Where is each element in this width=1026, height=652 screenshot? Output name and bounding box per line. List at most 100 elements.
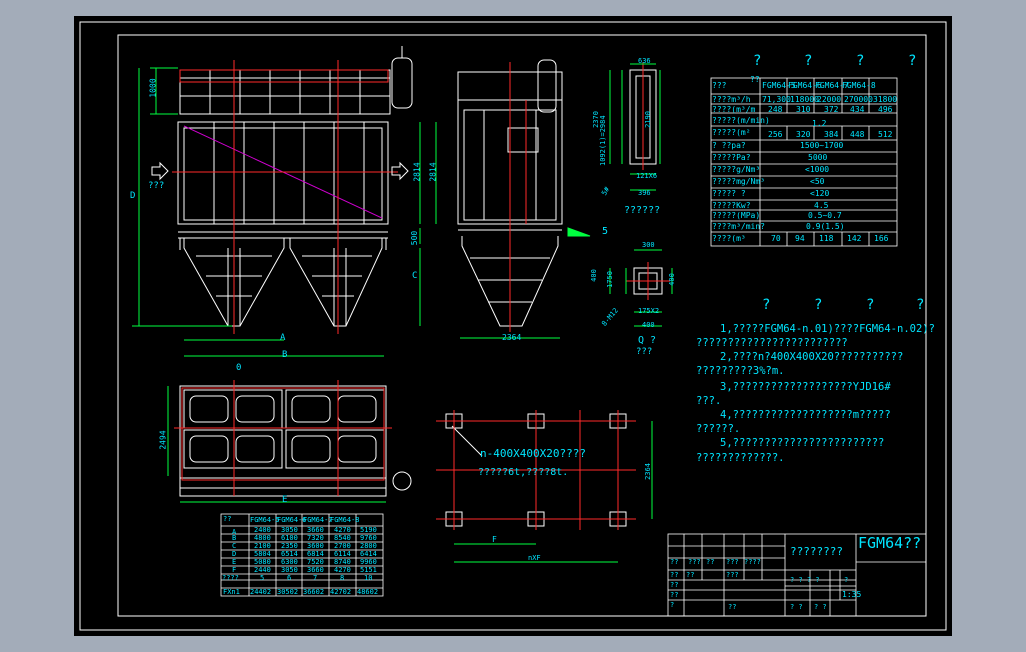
spec-value: 1.2 bbox=[812, 119, 827, 128]
spec-value: 71,300 bbox=[762, 95, 791, 104]
spec-value: 0.9(1.5) bbox=[806, 222, 845, 231]
dim-cell: 3050 bbox=[281, 526, 298, 534]
spec-value: 248 bbox=[768, 105, 783, 114]
dim-cell: 7520 bbox=[307, 558, 324, 566]
spec-value: 256 bbox=[768, 130, 783, 139]
spec-value: 384 bbox=[824, 130, 839, 139]
spec-value: 0.5~0.7 bbox=[808, 211, 842, 220]
dim-header-cell: FGM64-7 bbox=[303, 516, 333, 524]
spec-value: 448 bbox=[850, 130, 865, 139]
dim-label-1000: 1000 bbox=[148, 78, 158, 98]
detail-dim: 121X6 bbox=[636, 172, 658, 180]
spec-value: 5000 bbox=[808, 153, 828, 162]
dim-cell: 5151 bbox=[360, 566, 377, 574]
spec-label: ?????g/Nm³ bbox=[712, 165, 761, 174]
dim-cell: 2400 bbox=[254, 526, 271, 534]
spec-value: 118 bbox=[819, 234, 834, 243]
spec-label: ?????(MPa) bbox=[712, 211, 761, 220]
dim-cell: 10 bbox=[364, 574, 373, 582]
tb-cell: ?? bbox=[670, 571, 679, 579]
tb-cell: ?? bbox=[670, 591, 679, 599]
dim-cell: 4270 bbox=[334, 566, 351, 574]
dim-label-2364: 2364 bbox=[502, 333, 522, 342]
end-center-lines bbox=[509, 62, 527, 332]
dim-cell: 6414 bbox=[360, 550, 377, 558]
dim-cell: 2100 bbox=[254, 542, 271, 550]
dim-cell: 48602 bbox=[357, 588, 379, 596]
detail-dim: 636 bbox=[638, 57, 651, 65]
dim-cell: 4800 bbox=[254, 534, 271, 542]
spec-label: ????m³/min? bbox=[712, 222, 765, 231]
tb-cell: ? bbox=[844, 576, 849, 584]
tb-cell: ? ? bbox=[790, 603, 803, 611]
dim-cell: 5804 bbox=[254, 550, 271, 558]
dim-cell: 24402 bbox=[250, 588, 272, 596]
note-line: ???. bbox=[696, 395, 722, 407]
note-line: 5,???????????????????????? bbox=[720, 437, 885, 449]
dim-cell: 2700 bbox=[334, 542, 351, 550]
dim-header-cell: FGM64-5 bbox=[250, 516, 280, 524]
spec-value: 94 bbox=[795, 234, 805, 243]
detail-caption: Q ? bbox=[638, 335, 657, 346]
spec-value: 4.5 bbox=[814, 201, 829, 210]
dim-cell: 5 bbox=[260, 574, 265, 582]
detail-dim: 300 bbox=[642, 241, 655, 249]
note-line: ?????????3%?m. bbox=[696, 365, 785, 377]
note-line: ??????. bbox=[696, 423, 741, 435]
spec-value: 166 bbox=[874, 234, 889, 243]
tb-cell: ??? bbox=[688, 558, 701, 566]
note-line: 3,???????????????????YJD16# bbox=[720, 381, 891, 393]
foundation-dim-f: F bbox=[492, 535, 497, 544]
tb-cell: ??? bbox=[726, 558, 739, 566]
dim-cell: 36602 bbox=[303, 588, 325, 596]
dim-cell: 2800 bbox=[360, 542, 377, 550]
spec-value: 22000 bbox=[817, 95, 842, 104]
dim-cell: E bbox=[232, 558, 237, 566]
plan-dimension-lines bbox=[167, 386, 386, 503]
dim-label-a: A bbox=[280, 333, 286, 343]
dim-cell: 42702 bbox=[330, 588, 352, 596]
tb-cell: ?? bbox=[706, 558, 715, 566]
spec-header-cell: ??? bbox=[712, 81, 727, 90]
dim-label-b: B bbox=[282, 350, 288, 360]
dim-cell: 8 bbox=[340, 574, 345, 582]
spec-header-cell: ?? bbox=[750, 75, 760, 84]
spec-value: <50 bbox=[810, 177, 825, 186]
dim-cell: 9960 bbox=[360, 558, 377, 566]
dim-header-cell: ?? bbox=[223, 515, 232, 523]
spec-label: ????? ? bbox=[712, 189, 746, 198]
spec-title-mark: ? bbox=[804, 53, 813, 69]
spec-title-mark: ? bbox=[908, 53, 917, 69]
dim-cell: 3050 bbox=[281, 566, 298, 574]
dim-cell: 6 bbox=[287, 574, 292, 582]
product-name: FGM64?? bbox=[858, 534, 922, 552]
spec-value: 70 bbox=[771, 234, 781, 243]
detail-dim: 400 bbox=[589, 269, 598, 282]
spec-label: ?????Kw? bbox=[712, 201, 751, 210]
dim-label-2814a: 2814 bbox=[412, 162, 422, 182]
dim-cell: 5080 bbox=[254, 558, 271, 566]
detail-dim: 1750 bbox=[605, 271, 614, 288]
detail-caption: ??? bbox=[636, 347, 653, 357]
tb-cell: ? bbox=[670, 601, 675, 609]
detail-caption: ?????? bbox=[624, 205, 661, 216]
dim-cell: 30502 bbox=[277, 588, 299, 596]
spec-title-mark: ? bbox=[753, 53, 762, 69]
dim-cell: 8740 bbox=[334, 558, 351, 566]
inlet-label: ??? bbox=[148, 181, 165, 191]
spec-label: ?????mg/Nm³ bbox=[712, 177, 765, 186]
dim-cell: 6100 bbox=[281, 534, 298, 542]
dim-cell: 3600 bbox=[307, 542, 324, 550]
foundation-dim-total: nXF bbox=[528, 554, 541, 562]
dim-cell: 9760 bbox=[360, 534, 377, 542]
detail-dim: 396 bbox=[638, 189, 651, 197]
spec-header-cell: FGM64-8 bbox=[842, 81, 876, 90]
tb-cell: ?? bbox=[686, 571, 695, 579]
detail-dim: 1092(1)=2984 bbox=[599, 115, 607, 166]
dim-label-0: 0 bbox=[236, 363, 242, 373]
dim-cell: 5190 bbox=[360, 526, 377, 534]
dim-cell: 2440 bbox=[254, 566, 271, 574]
tb-cell: ???? bbox=[744, 558, 761, 566]
tb-cell: ? ? bbox=[814, 603, 827, 611]
dim-cell: 4270 bbox=[334, 526, 351, 534]
